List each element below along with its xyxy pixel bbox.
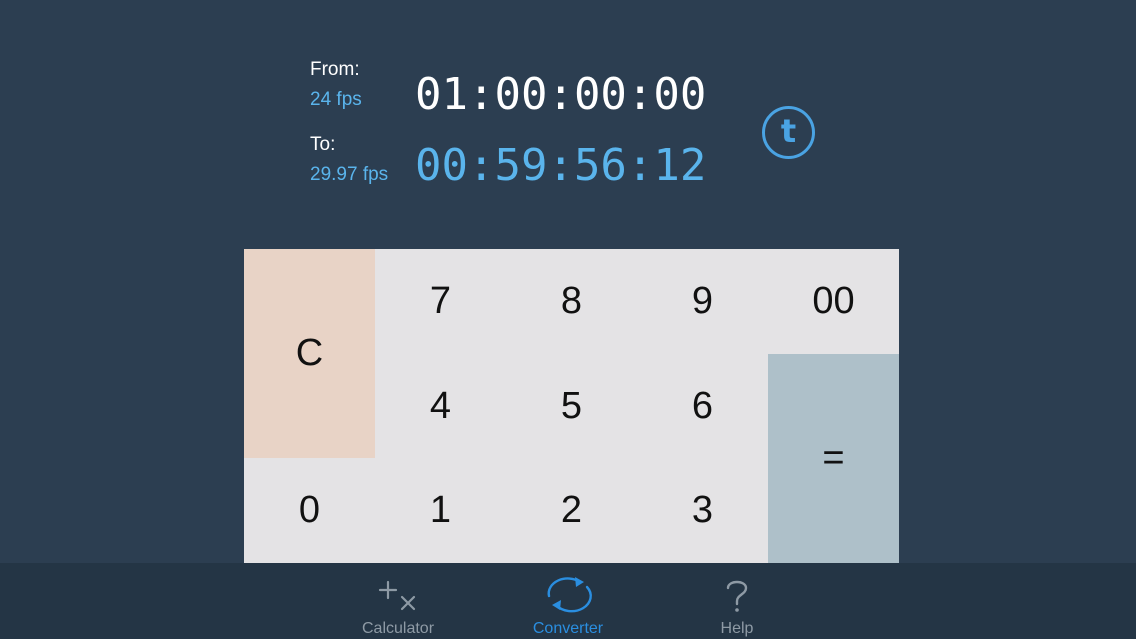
plus-times-icon: [378, 580, 416, 611]
converter-screen: From: 24 fps 01:00:00:00 To: 29.97 fps 0…: [0, 0, 1136, 639]
from-timecode[interactable]: 01:00:00:00: [415, 73, 706, 117]
key-1[interactable]: 1: [375, 458, 506, 563]
key-7[interactable]: 7: [375, 249, 506, 354]
question-icon: [726, 580, 748, 612]
key-0[interactable]: 0: [244, 458, 375, 563]
to-timecode: 00:59:56:12: [415, 140, 707, 191]
from-fps-selector[interactable]: 24 fps: [310, 89, 362, 111]
to-fps-selector[interactable]: 29.97 fps: [310, 164, 388, 186]
timecode-mode-button[interactable]: t: [762, 106, 815, 159]
key-00[interactable]: 00: [768, 249, 899, 354]
tab-help-label: Help: [720, 620, 754, 637]
to-label: To:: [310, 134, 336, 155]
tab-converter[interactable]: Converter: [508, 563, 628, 639]
tab-converter-label: Converter: [532, 620, 604, 637]
key-5[interactable]: 5: [506, 354, 637, 458]
equals-key[interactable]: =: [768, 354, 899, 563]
key-9[interactable]: 9: [637, 249, 768, 354]
tab-calculator[interactable]: Calculator: [338, 563, 458, 639]
from-label: From:: [310, 59, 360, 80]
key-3[interactable]: 3: [637, 458, 768, 563]
tab-bar: Calculator Converter Help: [0, 563, 1136, 639]
key-4[interactable]: 4: [375, 354, 506, 458]
convert-cycle-icon: [547, 577, 592, 613]
clear-key[interactable]: C: [244, 249, 375, 458]
tab-help[interactable]: Help: [677, 563, 797, 639]
key-8[interactable]: 8: [506, 249, 637, 354]
key-6[interactable]: 6: [637, 354, 768, 458]
key-2[interactable]: 2: [506, 458, 637, 563]
keypad: C 7 8 9 00 4 5 6 = 0 1 2 3: [244, 249, 899, 563]
tab-calculator-label: Calculator: [361, 620, 435, 637]
